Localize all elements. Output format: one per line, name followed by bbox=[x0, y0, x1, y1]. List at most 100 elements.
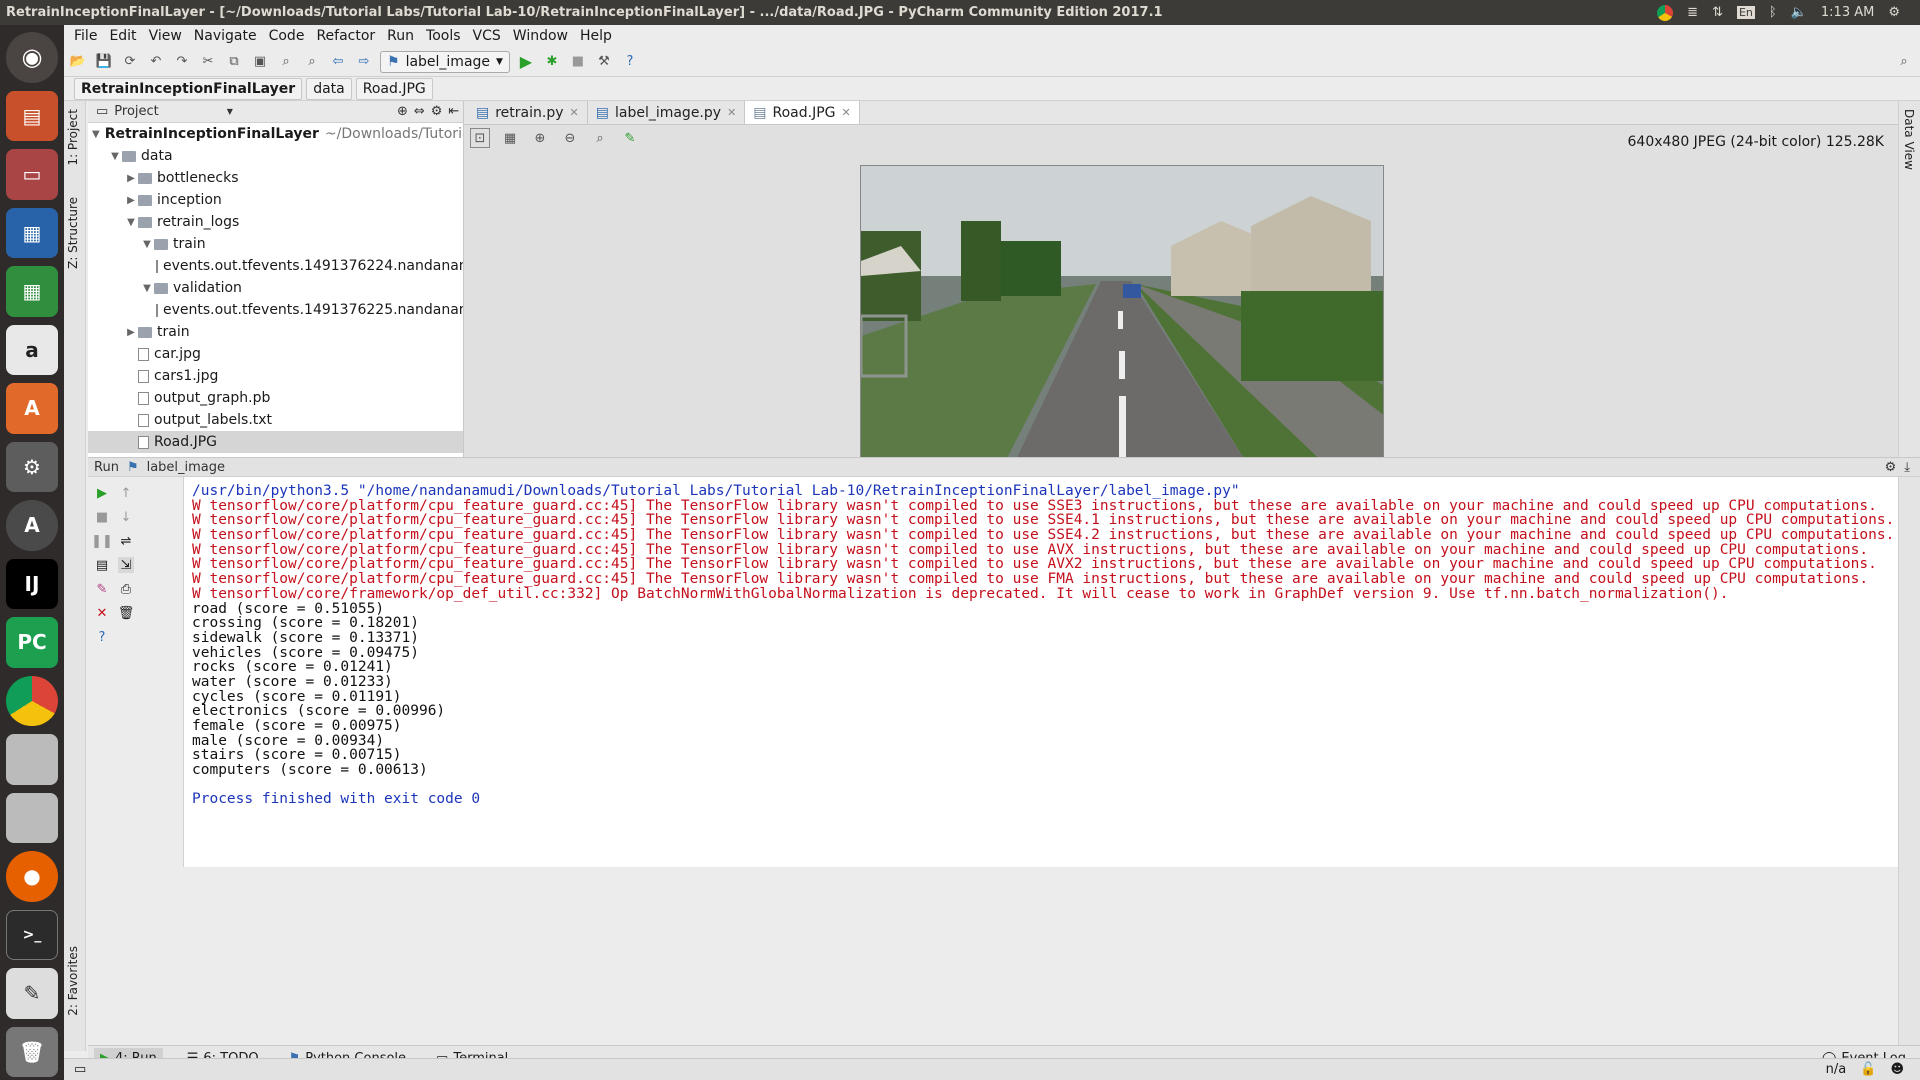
close-icon[interactable]: ✕ bbox=[727, 106, 736, 119]
paste-icon[interactable]: ▣ bbox=[250, 52, 270, 72]
menu-edit[interactable]: Edit bbox=[103, 28, 142, 44]
tab-road-jpg[interactable]: ▤ Road.JPG ✕ bbox=[745, 101, 860, 124]
rerun-icon[interactable]: ▶ bbox=[94, 485, 110, 501]
tree-folder[interactable]: ▼ RetrainInceptionFinalLayer ~/Downloads/T… bbox=[88, 123, 463, 145]
run-panel-config[interactable]: label_image bbox=[147, 460, 225, 475]
replace-icon[interactable]: ⌕ bbox=[302, 52, 322, 72]
pycharm-icon[interactable]: PC bbox=[6, 617, 58, 668]
close-icon[interactable]: ✕ bbox=[94, 605, 110, 621]
fit-zoom-icon[interactable]: ⊡ bbox=[470, 128, 490, 148]
tree-file[interactable]: Road.JPG bbox=[88, 431, 463, 453]
redo-icon[interactable]: ↷ bbox=[172, 52, 192, 72]
menu-refactor[interactable]: Refactor bbox=[310, 28, 381, 44]
stop-icon[interactable]: ■ bbox=[568, 52, 588, 72]
chrome-tray-icon[interactable] bbox=[1657, 4, 1674, 21]
tree-folder[interactable]: ▼ validation bbox=[88, 277, 463, 299]
back-icon[interactable]: ⇦ bbox=[328, 52, 348, 72]
clear-icon[interactable]: 🗑 bbox=[118, 605, 135, 621]
writer-icon[interactable]: ▦ bbox=[6, 207, 58, 258]
text-editor-icon[interactable]: ✎ bbox=[6, 968, 58, 1019]
drive-icon[interactable] bbox=[6, 734, 58, 785]
breadcrumb-file[interactable]: Road.JPG bbox=[355, 77, 433, 100]
tool-tab-data-view[interactable]: Data View bbox=[1902, 109, 1916, 170]
menu-tray-icon[interactable]: ≣ bbox=[1687, 5, 1698, 20]
firefox-icon[interactable]: ● bbox=[6, 851, 58, 902]
actual-size-icon[interactable]: ⌕ bbox=[590, 128, 610, 148]
pin-icon[interactable]: ✎ bbox=[94, 581, 110, 597]
forward-icon[interactable]: ⇨ bbox=[354, 52, 374, 72]
lock-icon[interactable]: 🔓 bbox=[1860, 1062, 1876, 1077]
keyboard-indicator[interactable]: En bbox=[1736, 6, 1755, 19]
restore-layout-icon[interactable]: ▤ bbox=[94, 557, 110, 573]
settings-gear-icon[interactable]: ⚙ bbox=[1888, 5, 1900, 20]
trash-icon[interactable]: 🗑 bbox=[6, 1026, 58, 1078]
software-center-icon[interactable]: A bbox=[6, 383, 58, 434]
inspector-icon[interactable]: ☻ bbox=[1890, 1062, 1904, 1077]
volume-icon[interactable]: 🔈 bbox=[1791, 5, 1807, 20]
tree-folder[interactable]: ▶ bottlenecks bbox=[88, 167, 463, 189]
stop-icon[interactable]: ■ bbox=[94, 509, 110, 525]
close-icon[interactable]: ✕ bbox=[842, 106, 851, 119]
find-icon[interactable]: ⌕ bbox=[276, 52, 296, 72]
tab-retrain-py[interactable]: ▤ retrain.py ✕ bbox=[468, 101, 588, 124]
menu-code[interactable]: Code bbox=[263, 28, 311, 44]
ubuntu-dash-icon[interactable]: ◉ bbox=[6, 32, 58, 83]
chevron-right-icon[interactable]: ▶ bbox=[124, 173, 138, 184]
drive2-icon[interactable] bbox=[6, 792, 58, 843]
run-icon[interactable]: ▶ bbox=[516, 52, 536, 72]
menu-vcs[interactable]: VCS bbox=[467, 28, 507, 44]
color-picker-icon[interactable]: ✎ bbox=[620, 128, 640, 148]
help-icon[interactable]: ? bbox=[94, 629, 110, 645]
tree-folder[interactable]: ▶ train bbox=[88, 321, 463, 343]
gear-icon[interactable]: ⚙ bbox=[431, 104, 443, 119]
tree-file[interactable]: events.out.tfevents.1491376224.nandanamu… bbox=[88, 255, 463, 277]
menu-tools[interactable]: Tools bbox=[420, 28, 467, 44]
grid-icon[interactable]: ▦ bbox=[500, 128, 520, 148]
calc-icon[interactable]: ▦ bbox=[6, 266, 58, 317]
chevron-right-icon[interactable]: ▶ bbox=[124, 327, 138, 338]
search-everywhere-icon[interactable]: ⌕ bbox=[1894, 52, 1914, 72]
close-icon[interactable]: ✕ bbox=[570, 106, 579, 119]
scroll-to-end-icon[interactable]: ⇲ bbox=[118, 557, 134, 573]
intellij-icon[interactable]: IJ bbox=[6, 558, 58, 609]
terminal-icon[interactable]: >_ bbox=[6, 909, 58, 961]
hide-icon[interactable]: ⇤ bbox=[448, 104, 459, 119]
undo-icon[interactable]: ↶ bbox=[146, 52, 166, 72]
software-updater-icon[interactable]: A bbox=[6, 500, 58, 551]
chevron-right-icon[interactable]: ▶ bbox=[124, 195, 138, 206]
zoom-in-icon[interactable]: ⊕ bbox=[530, 128, 550, 148]
menu-navigate[interactable]: Navigate bbox=[188, 28, 263, 44]
cut-icon[interactable]: ✂ bbox=[198, 52, 218, 72]
project-view-label[interactable]: Project bbox=[114, 104, 158, 119]
tree-file[interactable]: cars1.jpg bbox=[88, 365, 463, 387]
tree-file[interactable]: output_labels.txt bbox=[88, 409, 463, 431]
tab-label-image-py[interactable]: ▤ label_image.py ✕ bbox=[588, 101, 746, 124]
tree-file[interactable]: output_graph.pb bbox=[88, 387, 463, 409]
copy-icon[interactable]: ⧉ bbox=[224, 52, 244, 72]
print-icon[interactable]: ⎙ bbox=[118, 581, 134, 597]
menu-file[interactable]: File bbox=[68, 28, 103, 44]
run-config-select[interactable]: ⚑ label_image ▼ bbox=[380, 50, 510, 73]
soft-wrap-icon[interactable]: ⇌ bbox=[118, 533, 134, 549]
scroll-up-icon[interactable]: ↑ bbox=[118, 485, 134, 501]
tree-folder[interactable]: ▼ data bbox=[88, 145, 463, 167]
zoom-out-icon[interactable]: ⊖ bbox=[560, 128, 580, 148]
run-console-output[interactable]: /usr/bin/python3.5 "/home/nandanamudi/Do… bbox=[184, 477, 1898, 867]
breadcrumb-project[interactable]: RetrainInceptionFinalLayer bbox=[74, 77, 303, 100]
amazon-icon[interactable]: a bbox=[6, 324, 58, 375]
chevron-down-icon[interactable]: ▼ bbox=[92, 129, 100, 140]
menu-run[interactable]: Run bbox=[381, 28, 420, 44]
chrome-icon[interactable] bbox=[6, 675, 58, 726]
menu-view[interactable]: View bbox=[143, 28, 188, 44]
breadcrumb-data[interactable]: data bbox=[306, 77, 352, 100]
status-toggle-icon[interactable]: ▭ bbox=[74, 1062, 86, 1077]
gear-icon[interactable]: ⚙ bbox=[1885, 460, 1897, 475]
collapse-icon[interactable]: ⇔ bbox=[414, 104, 425, 119]
chevron-down-icon[interactable]: ▼ bbox=[140, 283, 154, 294]
sync-icon[interactable]: ⟳ bbox=[120, 52, 140, 72]
chevron-down-icon[interactable]: ▼ bbox=[227, 107, 233, 116]
tool-tab-favorites[interactable]: 2: Favorites bbox=[66, 946, 80, 1016]
clock[interactable]: 1:13 AM bbox=[1821, 5, 1874, 20]
chevron-down-icon[interactable]: ▼ bbox=[108, 151, 122, 162]
open-icon[interactable]: 📂 bbox=[68, 52, 88, 72]
